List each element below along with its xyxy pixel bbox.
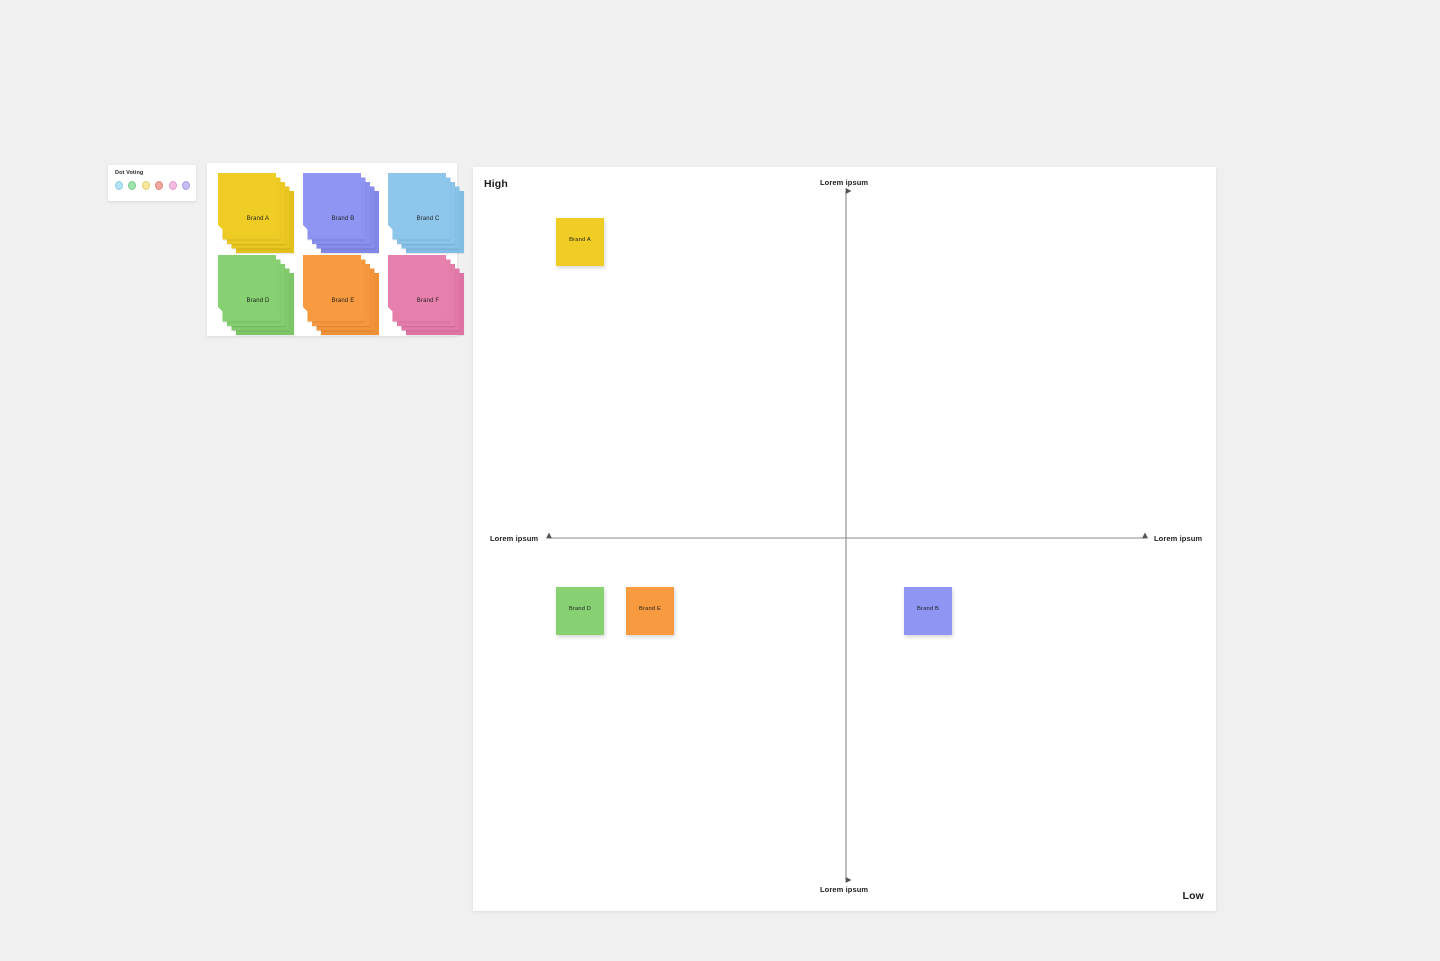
prioritization-matrix-board[interactable]: High Low Lorem ipsum Lorem ipsum Lorem i…: [473, 167, 1216, 911]
sticky-note-palette[interactable]: Brand A Brand B Brand C Brand D Brand E …: [207, 163, 464, 336]
matrix-axes: [546, 188, 1148, 883]
sticky-stack-brand-e[interactable]: Brand E: [303, 255, 383, 336]
placed-note-label: Brand E: [639, 606, 661, 612]
dot-yellow-swatch[interactable]: [141, 181, 150, 190]
sticky-stack-brand-f[interactable]: Brand F: [388, 255, 468, 336]
axis-bottom-label: Lorem ipsum: [820, 885, 869, 894]
sticky-note-front[interactable]: [303, 255, 361, 317]
sticky-note-front[interactable]: [388, 173, 446, 235]
placed-note-brand-a[interactable]: Brand A: [556, 218, 604, 266]
dot-green-swatch[interactable]: [128, 181, 137, 190]
placed-note-brand-b[interactable]: Brand B: [904, 587, 952, 635]
sticky-note-front[interactable]: [303, 173, 361, 235]
dot-blue-swatch[interactable]: [115, 181, 123, 190]
dot-voting-card[interactable]: Dot Voting: [108, 165, 196, 201]
placed-note-label: Brand A: [569, 237, 591, 243]
sticky-stack-brand-b[interactable]: Brand B: [303, 173, 383, 254]
placed-note-label: Brand D: [568, 606, 592, 612]
dot-pink-swatch[interactable]: [168, 181, 177, 190]
sticky-note-front[interactable]: [388, 255, 446, 317]
sticky-stack-brand-c[interactable]: Brand C: [388, 173, 468, 254]
placed-note-brand-e[interactable]: Brand E: [626, 587, 674, 635]
sticky-note-front[interactable]: [218, 255, 276, 317]
dot-voting-title: Dot Voting: [115, 170, 144, 176]
dot-voting-swatch-row: [114, 181, 191, 190]
placed-note-label: Brand B: [917, 606, 939, 612]
axis-right-label: Lorem ipsum: [1154, 534, 1203, 543]
dot-red-swatch[interactable]: [155, 181, 164, 190]
placed-note-brand-d[interactable]: Brand D: [556, 587, 604, 635]
whiteboard-canvas[interactable]: Dot Voting Brand A Brand B Brand C Brand…: [0, 0, 1440, 961]
sticky-stack-brand-a[interactable]: Brand A: [218, 173, 298, 254]
dot-purple-swatch[interactable]: [182, 181, 191, 190]
matrix-corner-low-label: Low: [1182, 890, 1204, 902]
sticky-stack-brand-d[interactable]: Brand D: [218, 255, 298, 336]
sticky-note-front[interactable]: [218, 173, 276, 235]
matrix-corner-high-label: High: [484, 178, 508, 190]
sticky-note-grid: Brand A Brand B Brand C Brand D Brand E …: [218, 173, 468, 336]
axis-top-label: Lorem ipsum: [820, 178, 869, 187]
axis-left-label: Lorem ipsum: [490, 534, 539, 543]
